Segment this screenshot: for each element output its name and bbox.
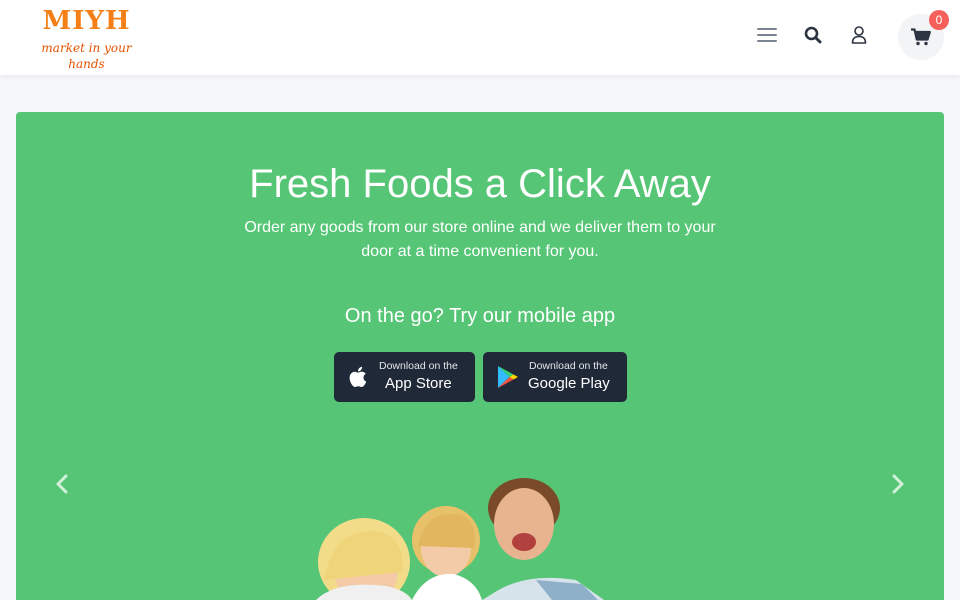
google-play-icon xyxy=(498,366,518,388)
user-icon xyxy=(851,26,867,44)
chevron-right-icon xyxy=(892,474,904,494)
app-store-label: App Store xyxy=(385,375,452,392)
hero-banner: Fresh Foods a Click Away Order any goods… xyxy=(16,112,944,600)
search-button[interactable] xyxy=(795,17,831,53)
menu-icon xyxy=(757,28,777,42)
family-photo xyxy=(316,478,604,600)
carousel-prev-button[interactable] xyxy=(48,470,76,498)
logo-tagline: market in your hands xyxy=(41,41,132,71)
app-store-small-label: Download on the xyxy=(379,360,458,372)
carousel-next-button[interactable] xyxy=(884,470,912,498)
hero-subtitle: Order any goods from our store online an… xyxy=(244,219,716,260)
site-header: MIYH market in your hands 0 xyxy=(0,0,960,75)
cart-icon xyxy=(911,28,931,46)
logo-wordmark: MIYH xyxy=(42,6,131,36)
cart-count-badge: 0 xyxy=(929,10,949,30)
account-button[interactable] xyxy=(841,17,877,53)
apple-icon xyxy=(349,366,367,388)
chevron-left-icon xyxy=(56,474,68,494)
app-store-button[interactable]: Download on the App Store xyxy=(334,352,475,402)
search-icon xyxy=(804,26,822,44)
mobile-app-heading: On the go? Try our mobile app xyxy=(344,305,616,327)
google-play-label: Google Play xyxy=(528,375,610,392)
google-play-button[interactable]: Download on the Google Play xyxy=(483,352,627,402)
menu-button[interactable] xyxy=(749,17,785,53)
logo[interactable]: MIYH market in your hands xyxy=(24,6,149,71)
hero-title: Fresh Foods a Click Away xyxy=(249,162,711,206)
google-play-small-label: Download on the xyxy=(529,360,608,372)
